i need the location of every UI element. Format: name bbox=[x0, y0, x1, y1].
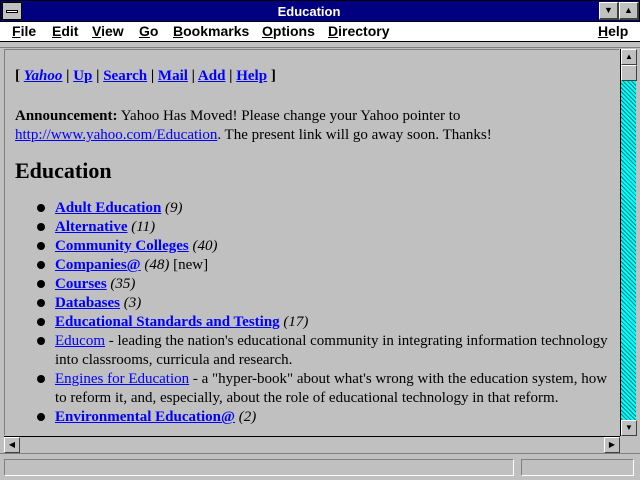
site-description: - leading the nation's educational commu… bbox=[55, 333, 608, 368]
nav-link-help[interactable]: Help bbox=[236, 68, 267, 84]
page-heading: Education bbox=[15, 158, 112, 183]
site-link[interactable]: Engines for Education bbox=[55, 371, 189, 387]
system-menu-button[interactable] bbox=[2, 2, 22, 20]
category-count: (2) bbox=[238, 409, 257, 425]
category-link[interactable]: Alternative bbox=[55, 219, 127, 235]
system-menu-icon bbox=[6, 10, 18, 13]
menu-bookmarks[interactable]: Bookmarks bbox=[173, 23, 249, 39]
triangle-up-icon: ▲ bbox=[624, 5, 633, 15]
minimize-button[interactable]: ▼ bbox=[599, 2, 619, 20]
bullet-icon bbox=[37, 375, 45, 383]
announcement-label: Announcement: bbox=[15, 108, 118, 124]
list-item: Companies@ (48) [new] bbox=[15, 256, 611, 275]
category-count: (35) bbox=[110, 276, 136, 292]
category-link[interactable]: Databases bbox=[55, 295, 120, 311]
arrow-down-icon: ▼ bbox=[625, 423, 633, 432]
scroll-thumb[interactable] bbox=[621, 65, 637, 81]
vertical-scrollbar[interactable]: ▲ ▼ bbox=[620, 49, 637, 436]
list-item: Engines for Education - a "hyper-book" a… bbox=[15, 370, 611, 408]
list-item: Adult Education (9) bbox=[15, 199, 611, 218]
status-bar bbox=[0, 453, 640, 480]
list-item: Alternative (11) bbox=[15, 218, 611, 237]
announcement: Announcement: Yahoo Has Moved! Please ch… bbox=[15, 107, 611, 145]
category-link[interactable]: Companies@ bbox=[55, 257, 141, 273]
nav-link-up[interactable]: Up bbox=[73, 68, 92, 84]
scroll-right-button[interactable]: ▶ bbox=[604, 437, 620, 453]
announcement-text: Yahoo Has Moved! Please change your Yaho… bbox=[120, 108, 461, 124]
site-link[interactable]: Educom bbox=[55, 333, 105, 349]
arrow-up-icon: ▲ bbox=[625, 52, 633, 61]
menu-go[interactable]: Go bbox=[139, 23, 158, 39]
list-item: Community Colleges (40) bbox=[15, 237, 611, 256]
list-item: Educom - leading the nation's educationa… bbox=[15, 332, 611, 370]
horizontal-scrollbar[interactable]: ◀ ▶ bbox=[4, 436, 620, 453]
bullet-icon bbox=[37, 337, 45, 345]
maximize-button[interactable]: ▲ bbox=[619, 2, 639, 20]
nav-close-bracket: ] bbox=[270, 68, 276, 84]
new-badge: [new] bbox=[173, 257, 209, 273]
category-count: (48) bbox=[144, 257, 170, 273]
bullet-icon bbox=[37, 242, 45, 250]
nav-link-search[interactable]: Search bbox=[103, 68, 147, 84]
bullet-icon bbox=[37, 280, 45, 288]
nav-link-mail[interactable]: Mail bbox=[158, 68, 188, 84]
triangle-down-icon: ▼ bbox=[604, 5, 613, 15]
category-link[interactable]: Educational Standards and Testing bbox=[55, 314, 280, 330]
menu-view[interactable]: View bbox=[92, 23, 124, 39]
toolbar-strip bbox=[0, 43, 640, 48]
scroll-down-button[interactable]: ▼ bbox=[621, 420, 637, 436]
category-link[interactable]: Community Colleges bbox=[55, 238, 189, 254]
arrow-right-icon: ▶ bbox=[608, 440, 616, 449]
document-view[interactable]: [ Yahoo | Up | Search | Mail | Add | Hel… bbox=[4, 49, 619, 435]
nav-link-yahoo[interactable]: Yahoo bbox=[24, 68, 63, 84]
scroll-left-button[interactable]: ◀ bbox=[4, 437, 20, 453]
menu-file[interactable]: File bbox=[12, 23, 36, 39]
status-message bbox=[4, 459, 514, 476]
category-list: Adult Education (9) Alternative (11) Com… bbox=[15, 199, 611, 427]
title-bar: Education ▼ ▲ bbox=[0, 0, 640, 22]
status-progress bbox=[521, 459, 634, 476]
category-link[interactable]: Environmental Education@ bbox=[55, 409, 235, 425]
arrow-left-icon: ◀ bbox=[8, 440, 16, 449]
category-count: (17) bbox=[283, 314, 309, 330]
menu-edit[interactable]: Edit bbox=[52, 23, 78, 39]
category-count: (3) bbox=[123, 295, 142, 311]
nav-link-add[interactable]: Add bbox=[198, 68, 226, 84]
bullet-icon bbox=[37, 299, 45, 307]
menu-options[interactable]: Options bbox=[262, 23, 315, 39]
announcement-url-link[interactable]: http://www.yahoo.com/Education bbox=[15, 127, 217, 143]
menu-help[interactable]: Help bbox=[598, 23, 628, 39]
nav-links: [ Yahoo | Up | Search | Mail | Add | Hel… bbox=[15, 68, 276, 84]
list-item: Environmental Education@ (2) bbox=[15, 408, 611, 427]
bullet-icon bbox=[37, 204, 45, 212]
page-content: [ Yahoo | Up | Search | Mail | Add | Hel… bbox=[15, 67, 611, 427]
bullet-icon bbox=[37, 223, 45, 231]
nav-open-bracket: [ bbox=[15, 68, 20, 84]
category-count: (11) bbox=[131, 219, 156, 235]
window-title: Education bbox=[277, 4, 341, 19]
scroll-up-button[interactable]: ▲ bbox=[621, 49, 637, 65]
bullet-icon bbox=[37, 318, 45, 326]
bullet-icon bbox=[37, 413, 45, 421]
announcement-text-after: . The present link will go away soon. Th… bbox=[217, 127, 492, 143]
list-item: Databases (3) bbox=[15, 294, 611, 313]
category-count: (9) bbox=[165, 200, 183, 216]
menu-bar: File Edit View Go Bookmarks Options Dire… bbox=[0, 22, 640, 42]
list-item: Courses (35) bbox=[15, 275, 611, 294]
category-count: (40) bbox=[192, 238, 218, 254]
category-link[interactable]: Adult Education bbox=[55, 200, 161, 216]
category-link[interactable]: Courses bbox=[55, 276, 107, 292]
menu-directory[interactable]: Directory bbox=[328, 23, 389, 39]
list-item: Educational Standards and Testing (17) bbox=[15, 313, 611, 332]
bullet-icon bbox=[37, 261, 45, 269]
